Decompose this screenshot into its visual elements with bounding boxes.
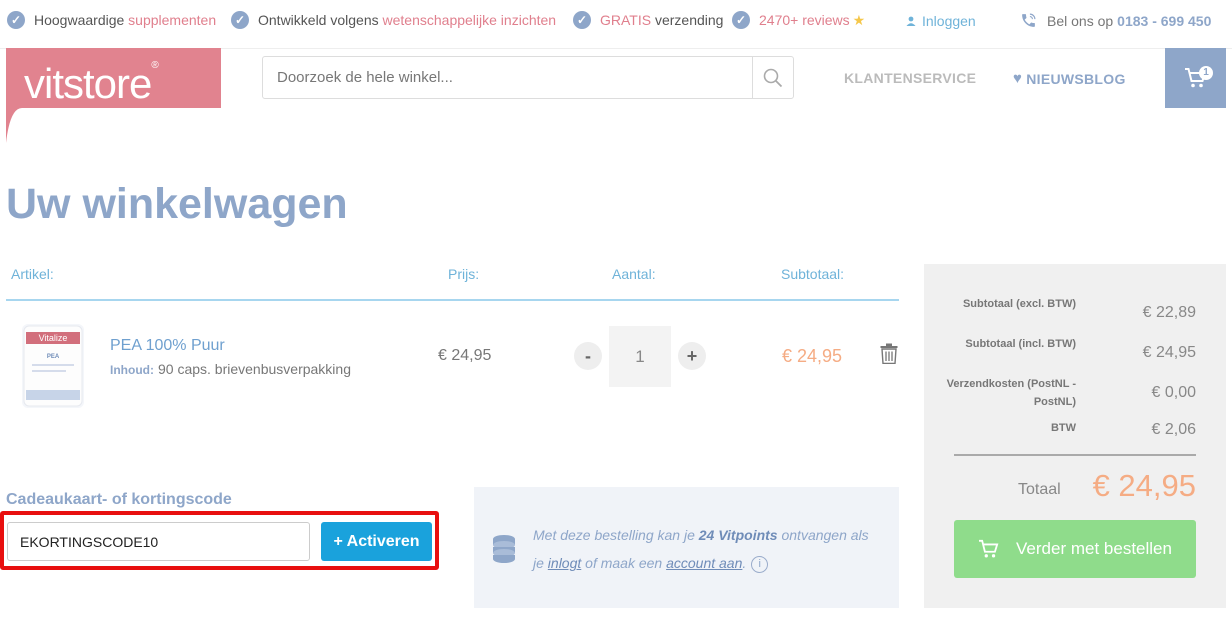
star-icon: ★ <box>852 11 866 28</box>
user-icon <box>906 16 916 26</box>
usp-reviews[interactable]: ✓ 2470+ reviews ★ <box>732 11 865 29</box>
quantity-decrease-button[interactable]: - <box>574 342 602 370</box>
summary-value: € 24,95 <box>1142 344 1196 361</box>
usp-shipping: ✓ GRATIS verzending <box>573 11 723 29</box>
nav-customer-service[interactable]: KLANTENSERVICE <box>844 70 976 86</box>
usp-text: Hoogwaardige supplementen <box>34 12 217 28</box>
search-input[interactable] <box>263 57 751 98</box>
quantity-input[interactable] <box>609 326 671 387</box>
login-inline-link[interactable]: inlogt <box>548 555 581 571</box>
search-button[interactable] <box>752 57 793 98</box>
nav-newsblog[interactable]: ♥ NIEUWSBLOG <box>1013 70 1126 87</box>
product-name-link[interactable]: PEA 100% Puur <box>110 337 225 355</box>
usp-supplements: ✓ Hoogwaardige supplementen <box>7 11 216 29</box>
phone-icon <box>1022 13 1036 27</box>
login-label: Inloggen <box>922 13 976 29</box>
summary-label: Verzendkosten (PostNL - PostNL) <box>946 378 1076 408</box>
vitpoints-text: Met deze bestelling kan je 24 Vitpoints … <box>533 527 869 573</box>
quantity-increase-button[interactable]: + <box>678 342 706 370</box>
product-price: € 24,95 <box>438 347 492 364</box>
svg-text:PEA: PEA <box>47 354 60 360</box>
coupon-code-input[interactable] <box>7 522 310 561</box>
svg-text:Vitalize: Vitalize <box>39 333 68 343</box>
remove-item-button[interactable] <box>880 343 898 369</box>
header-quantity: Aantal: <box>612 266 656 282</box>
summary-label: Subtotaal (excl. BTW) <box>962 298 1076 310</box>
summary-value: € 2,06 <box>1151 421 1196 438</box>
cart-button[interactable]: 1 <box>1165 48 1226 108</box>
coupon-label: Cadeaukaart- of kortingscode <box>6 491 232 508</box>
reviews-link[interactable]: 2470+ reviews <box>759 12 850 28</box>
total-value: € 24,95 <box>1092 468 1196 503</box>
vitstore-logo[interactable]: vitstore® <box>6 48 221 143</box>
summary-value: € 0,00 <box>1151 384 1196 401</box>
vitpoints-panel: Met deze bestelling kan je 24 Vitpoints … <box>474 487 899 608</box>
info-icon[interactable]: i <box>751 555 769 573</box>
create-account-link[interactable]: account aan <box>666 555 742 571</box>
header-subtotal: Subtotaal: <box>781 266 845 282</box>
order-summary: Subtotaal (excl. BTW) € 22,89 Subtotaal … <box>924 264 1226 608</box>
activate-coupon-button[interactable]: + Activeren <box>321 522 432 561</box>
page-title: Uw winkelwagen <box>6 180 348 228</box>
product-subtotal: € 24,95 <box>782 346 843 366</box>
cart-count-badge: 1 <box>1199 66 1213 80</box>
phone-number[interactable]: 0183 - 699 450 <box>1117 13 1211 29</box>
search-bar <box>262 56 794 99</box>
usp-bar: ✓ Hoogwaardige supplementen ✓ Ontwikkeld… <box>0 0 1232 42</box>
cart-icon <box>979 539 999 558</box>
phone-prefix: Bel ons op <box>1047 12 1114 29</box>
check-icon: ✓ <box>573 11 591 29</box>
table-header-divider <box>6 299 899 301</box>
search-icon <box>763 68 783 87</box>
header-article: Artikel: <box>11 266 54 282</box>
summary-label: Subtotaal (incl. BTW) <box>965 338 1076 350</box>
summary-value: € 22,89 <box>1142 304 1196 321</box>
heart-icon: ♥ <box>1013 70 1023 87</box>
product-jar: Vitalize PEA <box>22 324 84 408</box>
summary-divider <box>954 454 1196 456</box>
product-content: Inhoud: 90 caps. brievenbusverpakking <box>110 361 351 377</box>
trash-icon <box>880 343 898 365</box>
nav-blog-label: NIEUWSBLOG <box>1026 70 1126 87</box>
login-link[interactable]: Inloggen <box>906 13 976 29</box>
header-price: Prijs: <box>448 266 480 282</box>
checkout-label: Verder met bestellen <box>1016 539 1172 558</box>
coins-icon <box>493 535 515 563</box>
summary-label: BTW <box>1050 422 1076 434</box>
logo-text: vitstore® <box>24 60 159 107</box>
phone-contact[interactable]: Bel ons op 0183 - 699 450 <box>1020 12 1211 29</box>
usp-text: Ontwikkeld volgens wetenschappelijke inz… <box>258 12 557 28</box>
check-icon: ✓ <box>7 11 25 29</box>
product-image[interactable]: Vitalize PEA <box>8 320 96 410</box>
checkout-button[interactable]: Verder met bestellen <box>954 520 1196 578</box>
check-icon: ✓ <box>231 11 249 29</box>
usp-science: ✓ Ontwikkeld volgens wetenschappelijke i… <box>231 11 556 29</box>
total-label: Totaal <box>1018 481 1061 498</box>
check-icon: ✓ <box>732 11 750 29</box>
usp-text: GRATIS verzending <box>600 12 724 28</box>
